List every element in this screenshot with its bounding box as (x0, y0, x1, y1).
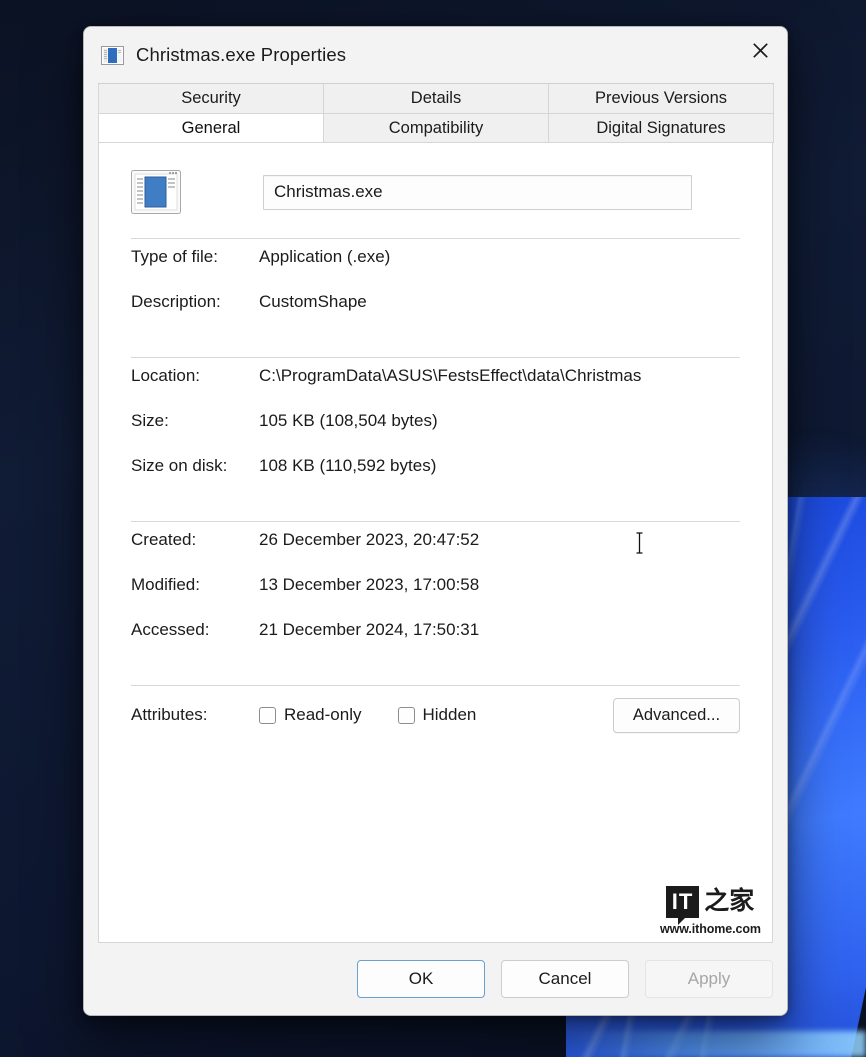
field-value: 108 KB (110,592 bytes) (259, 456, 436, 476)
field-modified: Modified: 13 December 2023, 17:00:58 (131, 575, 740, 620)
tab-previous-versions[interactable]: Previous Versions (548, 83, 774, 113)
application-window-icon (101, 44, 124, 67)
field-label: Description: (131, 292, 259, 312)
field-size: Size: 105 KB (108,504 bytes) (131, 411, 740, 456)
title-bar: Christmas.exe Properties (84, 27, 787, 83)
tab-details-label: Details (411, 89, 461, 108)
field-value: Application (.exe) (259, 247, 390, 267)
apply-button: Apply (645, 960, 773, 998)
field-accessed: Accessed: 21 December 2024, 17:50:31 (131, 620, 740, 665)
field-value: 13 December 2023, 17:00:58 (259, 575, 479, 595)
field-value: 26 December 2023, 20:47:52 (259, 530, 479, 550)
field-value: 21 December 2024, 17:50:31 (259, 620, 479, 640)
tab-digital-signatures[interactable]: Digital Signatures (548, 113, 774, 143)
window-title: Christmas.exe Properties (136, 44, 346, 66)
ok-button[interactable]: OK (357, 960, 485, 998)
cancel-button-label: Cancel (539, 969, 592, 989)
field-label: Modified: (131, 575, 259, 595)
tab-previous-versions-label: Previous Versions (595, 89, 727, 108)
tab-row-top: Security Details Previous Versions (98, 83, 773, 113)
attributes-label: Attributes: (131, 705, 259, 725)
properties-dialog: Christmas.exe Properties Security Detail… (83, 26, 788, 1016)
general-tab-panel: Christmas.exe Type of file: Application … (98, 143, 773, 943)
tab-row-bottom: General Compatibility Digital Signatures (98, 113, 773, 143)
field-value: 105 KB (108,504 bytes) (259, 411, 438, 431)
application-window-icon (131, 170, 181, 214)
timestamps-group: Created: 26 December 2023, 20:47:52 Modi… (131, 522, 740, 665)
attributes-row: Attributes: Read-only Hidden Advanced... (131, 686, 740, 738)
filename-input[interactable]: Christmas.exe (263, 175, 692, 210)
dialog-button-bar: OK Cancel Apply (84, 943, 787, 1015)
tab-general-label: General (182, 119, 241, 138)
field-created: Created: 26 December 2023, 20:47:52 (131, 530, 740, 575)
tab-security-label: Security (181, 89, 241, 108)
field-type-of-file: Type of file: Application (.exe) (131, 247, 740, 292)
file-header-row: Christmas.exe (131, 143, 740, 218)
tab-compatibility[interactable]: Compatibility (323, 113, 549, 143)
watermark-url: www.ithome.com (660, 922, 760, 936)
field-description: Description: CustomShape (131, 292, 740, 337)
tab-digital-signatures-label: Digital Signatures (596, 119, 725, 138)
field-value: C:\ProgramData\ASUS\FestsEffect\data\Chr… (259, 366, 641, 386)
file-type-group: Type of file: Application (.exe) Descrip… (131, 239, 740, 337)
tab-details[interactable]: Details (323, 83, 549, 113)
checkbox-read-only-label: Read-only (284, 705, 362, 725)
tab-security[interactable]: Security (98, 83, 324, 113)
tab-general[interactable]: General (98, 113, 324, 143)
cancel-button[interactable]: Cancel (501, 960, 629, 998)
field-label: Location: (131, 366, 259, 386)
checkbox-box-icon (259, 707, 276, 724)
field-label: Type of file: (131, 247, 259, 267)
close-icon[interactable] (733, 27, 787, 73)
filename-value: Christmas.exe (274, 182, 383, 202)
field-size-on-disk: Size on disk: 108 KB (110,592 bytes) (131, 456, 740, 501)
location-size-group: Location: C:\ProgramData\ASUS\FestsEffec… (131, 358, 740, 501)
watermark-mark-cn: 之家 (704, 889, 754, 915)
checkbox-box-icon (398, 707, 415, 724)
field-value: CustomShape (259, 292, 367, 312)
checkbox-hidden[interactable]: Hidden (398, 705, 477, 725)
checkbox-hidden-label: Hidden (423, 705, 477, 725)
tab-compatibility-label: Compatibility (389, 119, 483, 138)
watermark-mark: IT (666, 886, 700, 918)
checkbox-read-only[interactable]: Read-only (259, 705, 362, 725)
ok-button-label: OK (409, 969, 434, 989)
tab-strip: Security Details Previous Versions Gener… (98, 83, 773, 143)
desktop-background: Christmas.exe Properties Security Detail… (0, 0, 866, 1057)
field-location: Location: C:\ProgramData\ASUS\FestsEffec… (131, 366, 740, 411)
field-label: Size on disk: (131, 456, 259, 476)
field-label: Accessed: (131, 620, 259, 640)
advanced-button[interactable]: Advanced... (613, 698, 740, 733)
field-label: Size: (131, 411, 259, 431)
advanced-button-label: Advanced... (633, 706, 720, 725)
field-label: Created: (131, 530, 259, 550)
watermark-ithome: IT 之家 www.ithome.com (660, 883, 760, 936)
apply-button-label: Apply (688, 969, 731, 989)
